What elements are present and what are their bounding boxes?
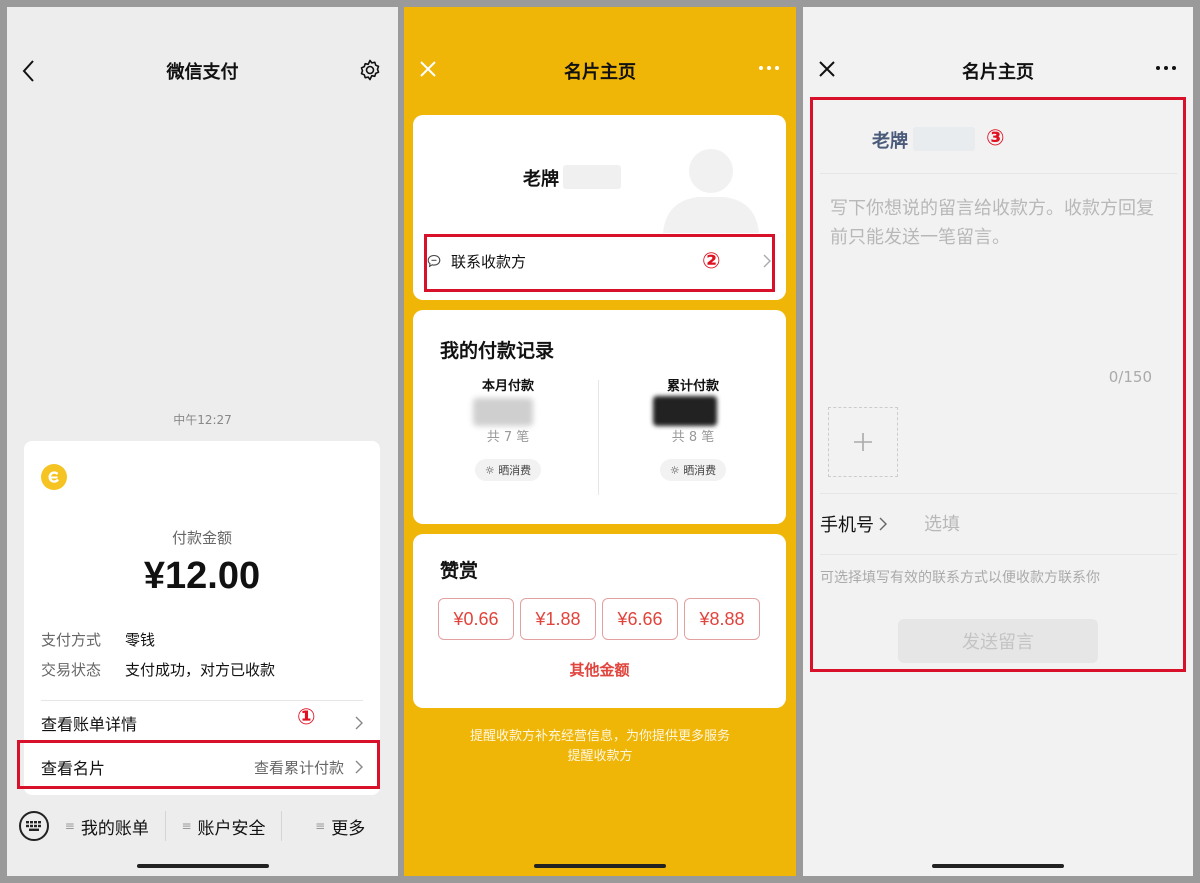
share-spending-button[interactable]: ☼ 晒消费 <box>659 459 727 481</box>
divider <box>41 700 363 701</box>
total-payment-count: 共 8 笔 <box>671 430 715 445</box>
home-indicator <box>136 864 269 868</box>
bottom-menu: ≡ 我的账单 ≡ 账户安全 ≡ 更多 <box>7 796 398 856</box>
tip-button[interactable]: ¥6.66 <box>602 598 678 640</box>
keyboard-icon[interactable] <box>19 811 49 841</box>
total-payment-column: 累计付款 共 8 笔 ☼ 晒消费 <box>603 375 783 481</box>
more-icon[interactable] <box>1155 58 1177 83</box>
highlight-box <box>810 97 1186 672</box>
tip-button[interactable]: ¥0.66 <box>438 598 514 640</box>
business-card-panel: 名片主页 老牌 联系收款方 ② 我的付款记录 本月付款 共 7 笔 ☼ 晒消费 … <box>404 7 796 876</box>
back-icon[interactable] <box>21 59 35 88</box>
chevron-right-icon <box>355 716 363 730</box>
redacted-name <box>563 165 621 189</box>
more-icon[interactable] <box>758 58 780 83</box>
menu-label: 我的账单 <box>80 818 149 839</box>
other-amount-link[interactable]: 其他金额 <box>413 659 786 680</box>
redacted-amount <box>473 398 533 426</box>
bill-detail-label: 查看账单详情 <box>41 715 138 734</box>
month-payment-label: 本月付款 <box>481 379 534 394</box>
leave-message-panel: 名片主页 老牌 ③ 写下你想说的留言给收款方。收款方回复前只能发送一笔留言。 0… <box>803 7 1193 876</box>
share-spending-button[interactable]: ☼ 晒消费 <box>474 459 542 481</box>
nav-bar: 名片主页 <box>404 49 796 93</box>
page-title: 微信支付 <box>166 62 239 83</box>
menu-label: 账户安全 <box>197 818 266 839</box>
menu-icon: ≡ <box>181 819 192 833</box>
amount-label: 付款金额 <box>171 529 232 547</box>
menu-account-security[interactable]: ≡ 账户安全 <box>166 814 282 839</box>
gear-icon[interactable] <box>358 58 382 87</box>
highlight-box <box>424 234 775 292</box>
pay-method-row: 支付方式 零钱 <box>41 629 155 650</box>
month-payment-column: 本月付款 共 7 笔 ☼ 晒消费 <box>418 375 598 481</box>
status-key: 交易状态 <box>41 661 102 679</box>
status-value: 支付成功，对方已收款 <box>125 661 276 679</box>
menu-my-bills[interactable]: ≡ 我的账单 <box>49 814 165 839</box>
message-timestamp: 中午12:27 <box>173 413 232 427</box>
payee-card: 老牌 联系收款方 ② <box>413 115 786 300</box>
payment-records-card: 我的付款记录 本月付款 共 7 笔 ☼ 晒消费 累计付款 共 8 笔 ☼ 晒消费 <box>413 310 786 524</box>
tip-button[interactable]: ¥1.88 <box>520 598 596 640</box>
remind-payee-link[interactable]: 提醒收款方 <box>404 747 796 767</box>
notice-line: 提醒收款方补充经营信息，为你提供更多服务 <box>469 729 730 744</box>
payment-amount: ¥12.00 <box>143 555 261 597</box>
tip-card: 赞赏 ¥0.66 ¥1.88 ¥6.66 ¥8.88 其他金额 <box>413 534 786 708</box>
divider <box>598 380 599 495</box>
step-marker-1: ① <box>297 705 316 730</box>
sun-icon: ☼ <box>669 464 680 477</box>
wechat-pay-logo-icon <box>41 464 67 490</box>
payee-name: 老牌 <box>523 169 559 190</box>
menu-icon: ≡ <box>315 819 326 833</box>
share-label: 晒消费 <box>683 464 717 477</box>
menu-icon: ≡ <box>64 819 75 833</box>
nav-bar: 名片主页 <box>803 49 1193 93</box>
menu-label: 更多 <box>331 818 366 839</box>
highlight-box <box>17 740 380 789</box>
nav-bar: 微信支付 <box>7 49 398 93</box>
step-marker-2: ② <box>702 249 721 274</box>
bill-detail-row[interactable]: 查看账单详情 <box>41 704 366 742</box>
page-title: 名片主页 <box>962 62 1034 83</box>
records-title: 我的付款记录 <box>440 340 555 362</box>
home-indicator <box>932 864 1064 868</box>
sun-icon: ☼ <box>484 464 495 477</box>
redacted-amount <box>653 396 717 426</box>
total-payment-label: 累计付款 <box>666 379 719 394</box>
wechat-pay-panel: 微信支付 中午12:27 付款金额 ¥12.00 支付方式 零钱 交易状态 支付… <box>7 7 398 876</box>
close-icon[interactable] <box>418 59 438 84</box>
menu-more[interactable]: ≡ 更多 <box>282 814 398 839</box>
tips-title: 赞赏 <box>440 560 479 582</box>
pay-method-key: 支付方式 <box>41 631 102 649</box>
status-row: 交易状态 支付成功，对方已收款 <box>41 659 275 680</box>
share-label: 晒消费 <box>498 464 532 477</box>
month-payment-count: 共 7 笔 <box>486 430 530 445</box>
close-icon[interactable] <box>817 59 837 84</box>
pay-method-value: 零钱 <box>125 631 156 649</box>
avatar-placeholder-icon <box>663 149 759 233</box>
home-indicator <box>534 864 666 868</box>
tip-button[interactable]: ¥8.88 <box>684 598 760 640</box>
notice-text: 提醒收款方补充经营信息，为你提供更多服务 提醒收款方 <box>404 727 796 767</box>
page-title: 名片主页 <box>564 62 636 83</box>
